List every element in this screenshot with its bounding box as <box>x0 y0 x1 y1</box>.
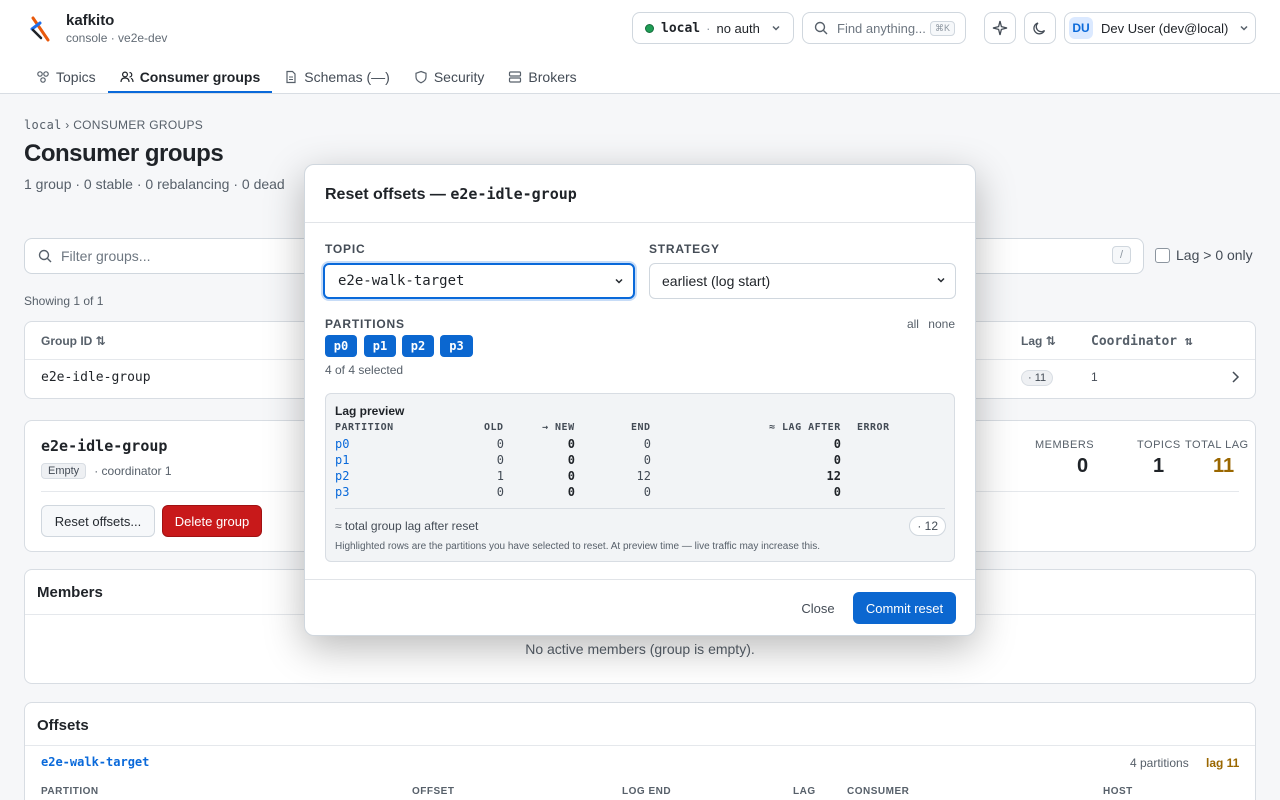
preview-row-partition: p3 <box>335 485 350 499</box>
lag-preview-panel: Lag preview PARTITION OLD → NEW END ≈ LA… <box>325 393 955 562</box>
topic-label: TOPIC <box>325 242 366 256</box>
close-button[interactable]: Close <box>793 593 843 623</box>
preview-row-new: 0 <box>567 469 575 483</box>
preview-row-lag-after: 0 <box>833 485 841 499</box>
preview-column-lag-after: ≈ LAG AFTER <box>769 422 841 433</box>
preview-row-partition: p2 <box>335 469 350 483</box>
select-none-link[interactable]: none <box>928 317 955 331</box>
divider <box>305 222 975 223</box>
preview-row-end: 0 <box>643 453 651 467</box>
preview-row-end: 0 <box>643 485 651 499</box>
chevron-down-icon <box>937 277 945 283</box>
dialog-group-name: e2e-idle-group <box>450 185 577 203</box>
divider <box>335 508 945 509</box>
preview-column-new: → NEW <box>542 422 575 433</box>
partition-chip-p0[interactable]: p0 <box>325 335 357 357</box>
preview-row-new: 0 <box>567 485 575 499</box>
dialog-title: Reset offsets — e2e-idle-group <box>325 185 577 203</box>
preview-column-partition: PARTITION <box>335 422 394 433</box>
partitions-label: PARTITIONS <box>325 317 405 331</box>
topic-select-value: e2e-walk-target <box>338 273 465 289</box>
preview-row-lag-after: 0 <box>833 453 841 467</box>
preview-row-end: 0 <box>643 437 651 451</box>
select-all-link[interactable]: all <box>907 317 919 331</box>
preview-note: Highlighted rows are the partitions you … <box>335 541 821 552</box>
partition-quick-select: all none <box>901 317 955 331</box>
strategy-label: STRATEGY <box>649 242 720 256</box>
topic-select[interactable]: e2e-walk-target <box>323 263 635 299</box>
strategy-select[interactable]: earliest (log start) <box>649 263 956 299</box>
preview-row-old: 0 <box>496 453 504 467</box>
preview-row-end: 12 <box>636 469 651 483</box>
preview-column-error: ERROR <box>857 422 890 433</box>
chevron-down-icon <box>615 278 623 284</box>
preview-row-new: 0 <box>567 453 575 467</box>
preview-row-old: 0 <box>496 485 504 499</box>
preview-row-lag-after: 12 <box>826 469 841 483</box>
total-lag-badge: · 12 <box>909 516 946 536</box>
preview-row-old: 0 <box>496 437 504 451</box>
preview-column-end: END <box>631 422 651 433</box>
preview-row-old: 1 <box>496 469 504 483</box>
preview-row-lag-after: 0 <box>833 437 841 451</box>
partition-chip-p2[interactable]: p2 <box>402 335 434 357</box>
strategy-select-value: earliest (log start) <box>662 273 771 289</box>
preview-row-partition: p1 <box>335 453 350 467</box>
total-lag-label: ≈ total group lag after reset <box>335 519 479 533</box>
reset-offsets-dialog: Reset offsets — e2e-idle-group TOPIC e2e… <box>304 164 976 636</box>
preview-row-new: 0 <box>567 437 575 451</box>
preview-row-partition: p0 <box>335 437 350 451</box>
lag-preview-title: Lag preview <box>335 404 405 418</box>
commit-reset-button[interactable]: Commit reset <box>853 592 956 624</box>
partition-chip-p3[interactable]: p3 <box>440 335 473 357</box>
partition-chip-p1[interactable]: p1 <box>364 335 396 357</box>
divider <box>305 579 975 580</box>
selected-count: 4 of 4 selected <box>325 363 404 377</box>
preview-column-old: OLD <box>484 422 504 433</box>
